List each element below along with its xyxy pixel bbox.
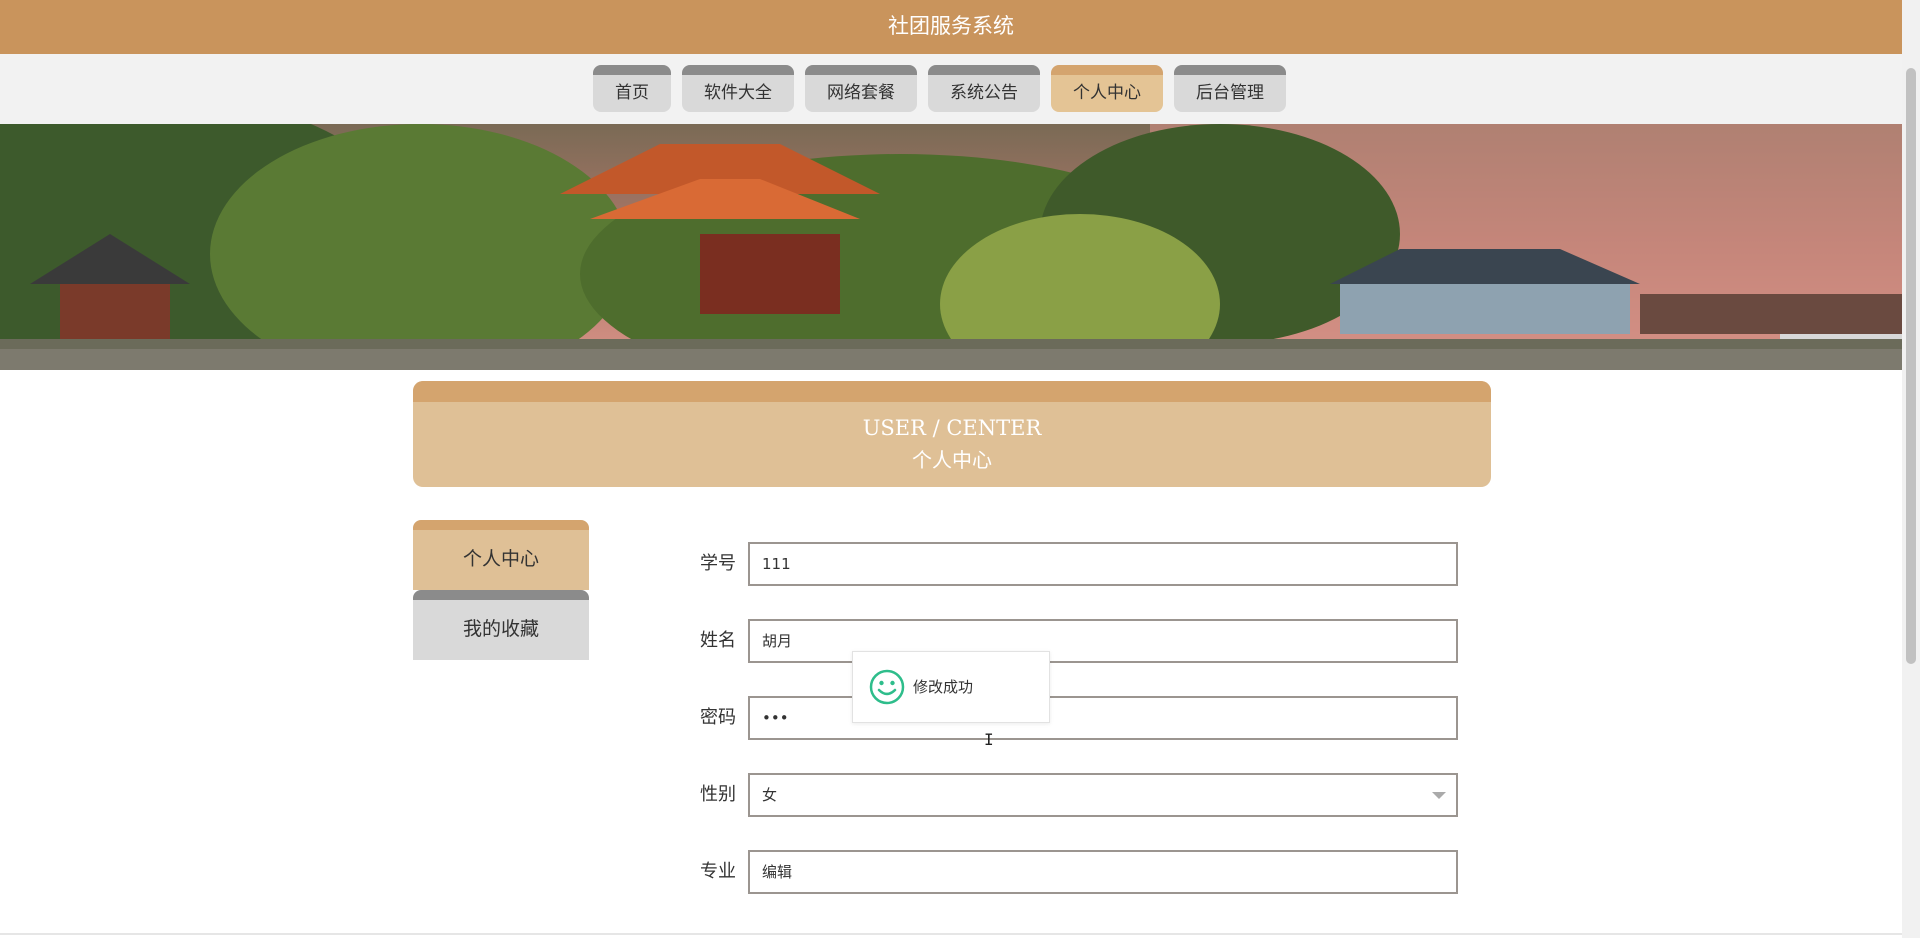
main-nav: 首页 软件大全 网络套餐 系统公告 个人中心 后台管理 — [0, 54, 1902, 124]
nav-home[interactable]: 首页 — [593, 65, 671, 112]
scrollbar-thumb[interactable] — [1906, 68, 1916, 664]
page-scrollbar[interactable] — [1902, 0, 1920, 938]
site-header: 社团服务系统 — [0, 0, 1902, 54]
nav-admin[interactable]: 后台管理 — [1174, 65, 1286, 112]
nav-announcements[interactable]: 系统公告 — [928, 65, 1040, 112]
sidebar-item-favorites[interactable]: 我的收藏 — [413, 590, 589, 660]
nav-software[interactable]: 软件大全 — [682, 65, 794, 112]
gender-label: 性别 — [700, 784, 736, 805]
banner-image — [0, 124, 1902, 370]
page-heading-cn: 个人中心 — [912, 448, 992, 472]
text-cursor-icon: I — [984, 730, 994, 749]
footer-divider — [0, 933, 1902, 935]
page-heading-box: USER / CENTER 个人中心 — [413, 381, 1491, 487]
toast-message: 修改成功 — [913, 678, 974, 696]
nav-list: 首页 软件大全 网络套餐 系统公告 个人中心 后台管理 — [593, 65, 1297, 112]
sidebar-menu: 个人中心 我的收藏 — [413, 520, 589, 660]
sidebar-item-user-center[interactable]: 个人中心 — [413, 520, 589, 590]
gender-select[interactable]: 女 — [748, 773, 1458, 817]
major-input[interactable]: 编辑 — [748, 850, 1458, 894]
student-id-label: 学号 — [700, 553, 736, 574]
password-label: 密码 — [700, 707, 736, 728]
gender-selected-value: 女 — [762, 786, 778, 804]
smiley-icon — [869, 669, 905, 705]
site-title: 社团服务系统 — [888, 14, 1014, 38]
nav-network-plans[interactable]: 网络套餐 — [805, 65, 917, 112]
heading-stripe — [413, 381, 1491, 402]
name-label: 姓名 — [700, 630, 736, 651]
landscape-banner — [0, 124, 1902, 370]
student-id-input[interactable]: 111 — [748, 542, 1458, 586]
major-label: 专业 — [700, 861, 736, 882]
page-heading-en: USER / CENTER — [862, 416, 1042, 440]
dropdown-arrow-icon — [1432, 792, 1446, 799]
nav-user-center[interactable]: 个人中心 — [1051, 65, 1163, 112]
success-toast: 修改成功 — [852, 651, 1050, 723]
